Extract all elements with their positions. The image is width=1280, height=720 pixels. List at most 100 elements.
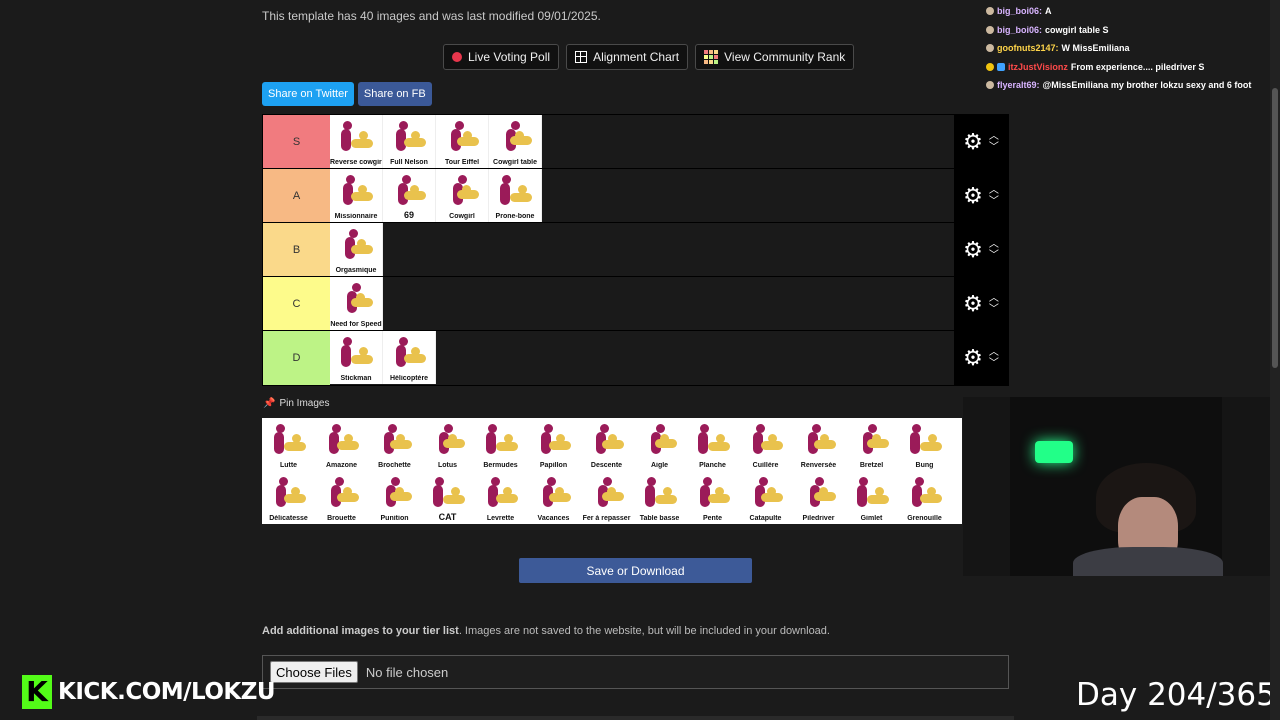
chat-username[interactable]: flyeralt69: [997, 80, 1040, 90]
image-card[interactable]: Cowgirl table [489, 115, 542, 168]
save-download-button[interactable]: Save or Download [519, 558, 752, 583]
image-card[interactable]: Fer à repasser [580, 471, 633, 524]
gear-icon[interactable]: ⚙ [963, 184, 983, 207]
image-card[interactable]: Amazone [315, 418, 368, 471]
view-community-rank-button[interactable]: View Community Rank [695, 44, 855, 70]
image-caption: Lotus [437, 462, 458, 469]
gear-icon[interactable]: ⚙ [963, 238, 983, 261]
chevron-up-icon[interactable]: ︿ [989, 185, 999, 196]
position-illustration [641, 477, 679, 511]
tier-label[interactable]: A [263, 169, 330, 222]
position-illustration [390, 337, 428, 371]
image-card[interactable]: Reverse cowgirl [330, 115, 383, 168]
image-card[interactable]: Vacances [527, 471, 580, 524]
image-card[interactable]: Délicatesse [262, 471, 315, 524]
image-card[interactable]: CAT [421, 471, 474, 524]
image-card[interactable]: 69 [383, 169, 436, 222]
image-card[interactable]: Missionnaire [330, 169, 383, 222]
choose-files-button[interactable]: Choose Files [270, 661, 358, 683]
image-card[interactable]: Levrette [474, 471, 527, 524]
image-card[interactable]: Papillon [527, 418, 580, 471]
chevron-down-icon[interactable]: ﹀ [989, 196, 999, 207]
file-input[interactable]: Choose Files No file chosen [262, 655, 1009, 689]
chat-username[interactable]: big_boi06: [997, 25, 1042, 35]
chat-message: goofnuts2147: W MissEmiliana [986, 39, 1276, 58]
tier-label[interactable]: C [263, 277, 330, 330]
tier-label[interactable]: D [263, 331, 330, 385]
image-card[interactable]: Table basse [633, 471, 686, 524]
gear-icon[interactable]: ⚙ [963, 292, 983, 315]
gear-icon[interactable]: ⚙ [963, 130, 983, 153]
kick-url: KICK.COM/LOKZU [58, 679, 276, 705]
sub-badge-icon [986, 62, 994, 71]
chevron-down-icon[interactable]: ﹀ [989, 142, 999, 153]
image-card[interactable]: Pente [686, 471, 739, 524]
tier-items[interactable]: Orgasmique [330, 223, 954, 276]
chevron-up-icon[interactable]: ︿ [989, 239, 999, 250]
image-card[interactable]: Brochette [368, 418, 421, 471]
position-illustration [429, 477, 467, 511]
image-card[interactable]: Cuillère [739, 418, 792, 471]
image-card[interactable]: Tour Eiffel [436, 115, 489, 168]
image-card[interactable]: Orgasmique [330, 223, 383, 276]
image-card[interactable]: Cowgirl [436, 169, 489, 222]
image-card[interactable]: Bretzel [845, 418, 898, 471]
image-card[interactable]: Hélicoptère [383, 331, 436, 384]
image-caption: Table basse [639, 515, 680, 522]
user-badge-icon [986, 44, 994, 53]
tier-items[interactable]: Stickman Hélicoptère [330, 331, 954, 385]
image-card[interactable]: Aigle [633, 418, 686, 471]
tier-items[interactable]: Missionnaire 69 Cowgirl Prone-bone [330, 169, 954, 222]
image-card[interactable]: Planche [686, 418, 739, 471]
image-card[interactable]: Lotus [421, 418, 474, 471]
webcam-overlay [963, 397, 1280, 576]
share-twitter-button[interactable]: Share on Twitter [262, 82, 354, 106]
chat-text: cowgirl table S [1045, 24, 1109, 35]
image-card[interactable]: Need for Speed [330, 277, 383, 330]
image-caption: Missionnaire [334, 213, 378, 220]
image-card[interactable]: Bermudes [474, 418, 527, 471]
chevron-up-icon[interactable]: ︿ [989, 293, 999, 304]
chat-message: big_boi06: cowgirl table S [986, 21, 1276, 40]
image-card[interactable]: Full Nelson [383, 115, 436, 168]
chevron-down-icon[interactable]: ﹀ [989, 358, 999, 369]
share-fb-button[interactable]: Share on FB [357, 82, 432, 106]
chevron-down-icon[interactable]: ﹀ [989, 304, 999, 315]
tier-label[interactable]: S [263, 115, 330, 168]
chat-username[interactable]: goofnuts2147: [997, 43, 1059, 53]
image-card[interactable]: Punition [368, 471, 421, 524]
chevron-up-icon[interactable]: ︿ [989, 131, 999, 142]
tier-label[interactable]: B [263, 223, 330, 276]
chat-username[interactable]: big_boi06: [997, 6, 1042, 16]
image-caption: Grenouille [907, 515, 942, 522]
position-illustration [496, 121, 534, 155]
image-card[interactable]: Brouette [315, 471, 368, 524]
tier-items[interactable]: Reverse cowgirl Full Nelson Tour Eiffel Cow… [330, 115, 954, 168]
alignment-chart-button[interactable]: Alignment Chart [566, 44, 689, 70]
image-caption: Reverse cowgirl [330, 159, 382, 166]
tier-list: S Reverse cowgirl Full Nelson Tour Eiffel Co… [262, 114, 1009, 386]
image-card[interactable]: Descente [580, 418, 633, 471]
scrollbar-thumb[interactable] [1272, 88, 1278, 368]
image-card[interactable]: Prone-bone [489, 169, 542, 222]
image-card[interactable]: Bung [898, 418, 951, 471]
pin-images[interactable]: 📌 Pin Images [263, 398, 329, 409]
image-card[interactable]: Stickman [330, 331, 383, 384]
image-card[interactable]: Lutte [262, 418, 315, 471]
image-card[interactable]: Gimlet [845, 471, 898, 524]
chevron-down-icon[interactable]: ﹀ [989, 250, 999, 261]
tier-controls: ⚙ ︿ ﹀ [954, 115, 1008, 168]
image-card[interactable]: Renversée [792, 418, 845, 471]
tier-items[interactable]: Need for Speed [330, 277, 954, 330]
image-caption: Hélicoptère [389, 375, 429, 382]
gear-icon[interactable]: ⚙ [963, 347, 983, 369]
chat-username[interactable]: itzJustVisionz [1008, 62, 1068, 72]
user-badge-icon [986, 81, 994, 90]
position-illustration [443, 175, 481, 209]
live-voting-poll-button[interactable]: Live Voting Poll [443, 44, 560, 70]
image-card[interactable]: Catapulte [739, 471, 792, 524]
page-scrollbar[interactable] [1270, 0, 1280, 720]
chevron-up-icon[interactable]: ︿ [989, 347, 999, 358]
image-card[interactable]: Piledriver [792, 471, 845, 524]
image-card[interactable]: Grenouille [898, 471, 951, 524]
